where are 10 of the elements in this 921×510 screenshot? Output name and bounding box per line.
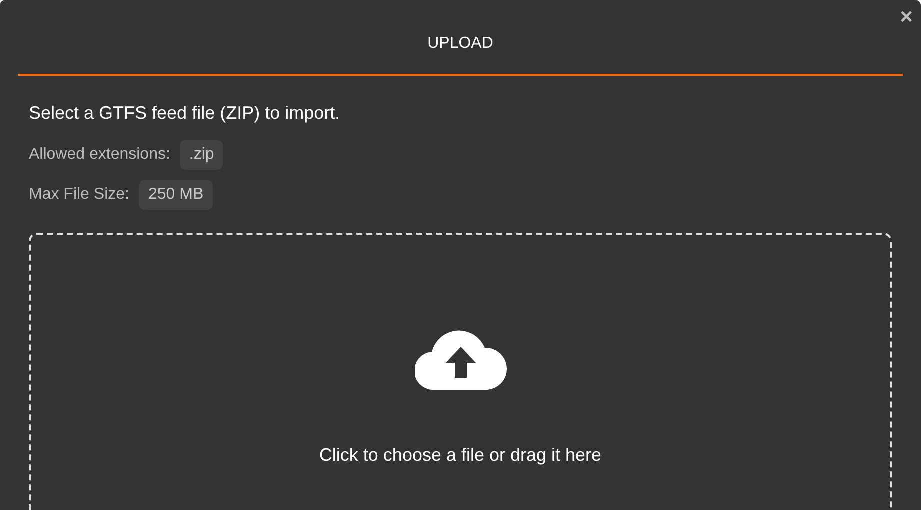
cloud-upload-icon: [414, 328, 506, 390]
drop-zone[interactable]: Click to choose a file or drag it here: [29, 233, 892, 510]
info-value: 250 MB: [139, 180, 213, 210]
info-value: .zip: [180, 140, 224, 170]
dialog-title: UPLOAD: [428, 34, 494, 54]
drop-zone-text: Click to choose a file or drag it here: [319, 444, 602, 467]
intro-text: Select a GTFS feed file (ZIP) to import.: [29, 102, 340, 125]
info-label: Max File Size:: [29, 185, 130, 205]
info-label: Allowed extensions:: [29, 145, 170, 165]
close-button[interactable]: ×: [900, 6, 913, 28]
